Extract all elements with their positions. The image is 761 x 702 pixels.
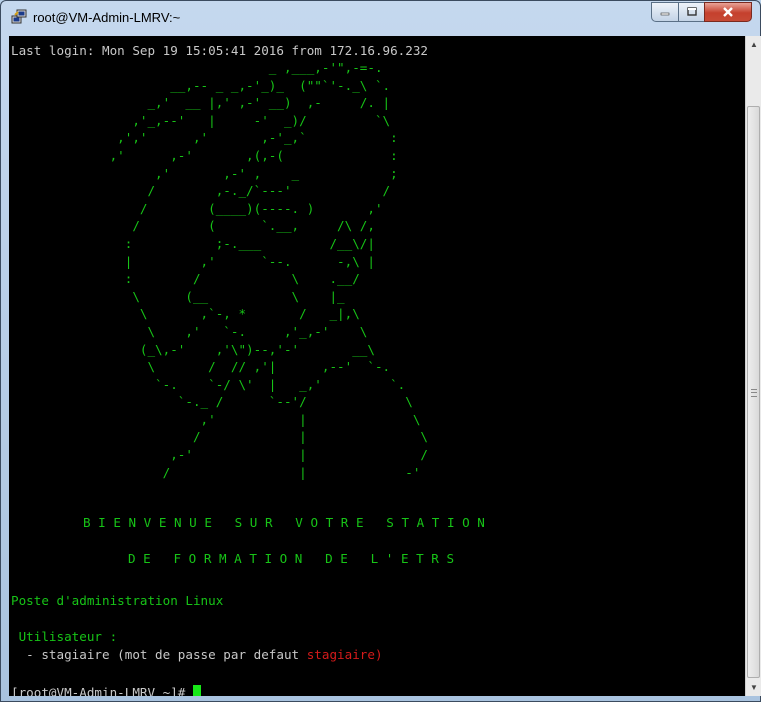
- scroll-up-arrow-icon[interactable]: ▲: [746, 36, 761, 53]
- scroll-down-arrow-icon[interactable]: ▼: [746, 679, 761, 696]
- utilisateur-text: Utilisateur :: [18, 629, 118, 644]
- scrollbar-thumb[interactable]: [747, 106, 760, 678]
- title-bar[interactable]: root@VM-Admin-LMRV:~: [1, 1, 760, 35]
- user-line-prefix: - stagiaire (mot de passe par defaut: [11, 647, 307, 662]
- close-icon: [723, 7, 733, 17]
- ascii-art-portrait: _ ,___,-'",-=-. __,-- _ _,-'_)_ (""`'-._…: [109, 60, 429, 480]
- text-cursor: [192, 685, 201, 696]
- last-login-line: Last login: Mon Sep 19 15:05:41 2016 fro…: [11, 43, 429, 58]
- utilisateur-label: Utilisateur :: [11, 628, 118, 646]
- maximize-icon: [686, 7, 697, 16]
- minimize-icon: [660, 12, 670, 16]
- putty-icon: [11, 9, 27, 24]
- maximize-button[interactable]: [678, 2, 705, 22]
- welcome-line-2: D E F O R M A T I O N D E L ' E T R S: [128, 550, 455, 566]
- window-title: root@VM-Admin-LMRV:~: [33, 10, 181, 25]
- minimize-button[interactable]: [651, 2, 679, 22]
- grip-icon: [751, 389, 757, 397]
- terminal-output[interactable]: Last login: Mon Sep 19 15:05:41 2016 fro…: [9, 36, 745, 696]
- user-line-suffix: ): [374, 647, 383, 662]
- terminal-window: root@VM-Admin-LMRV:~ Last login: Mon Sep…: [0, 0, 761, 702]
- default-password: stagiaire: [306, 647, 375, 662]
- user-credentials-line: - stagiaire (mot de passe par defaut sta…: [11, 646, 383, 664]
- prompt-text: [root@VM-Admin-LMRV ~]#: [11, 685, 193, 696]
- vertical-scrollbar[interactable]: ▲ ▼: [745, 36, 761, 696]
- close-button[interactable]: [704, 2, 752, 22]
- welcome-banner: B I E N V E N U E S U R V O T R E S T A …: [11, 514, 485, 567]
- shell-prompt[interactable]: [root@VM-Admin-LMRV ~]#: [11, 684, 201, 696]
- welcome-line-1: B I E N V E N U E S U R V O T R E S T A …: [83, 515, 485, 530]
- poste-line: Poste d'administration Linux: [11, 593, 224, 608]
